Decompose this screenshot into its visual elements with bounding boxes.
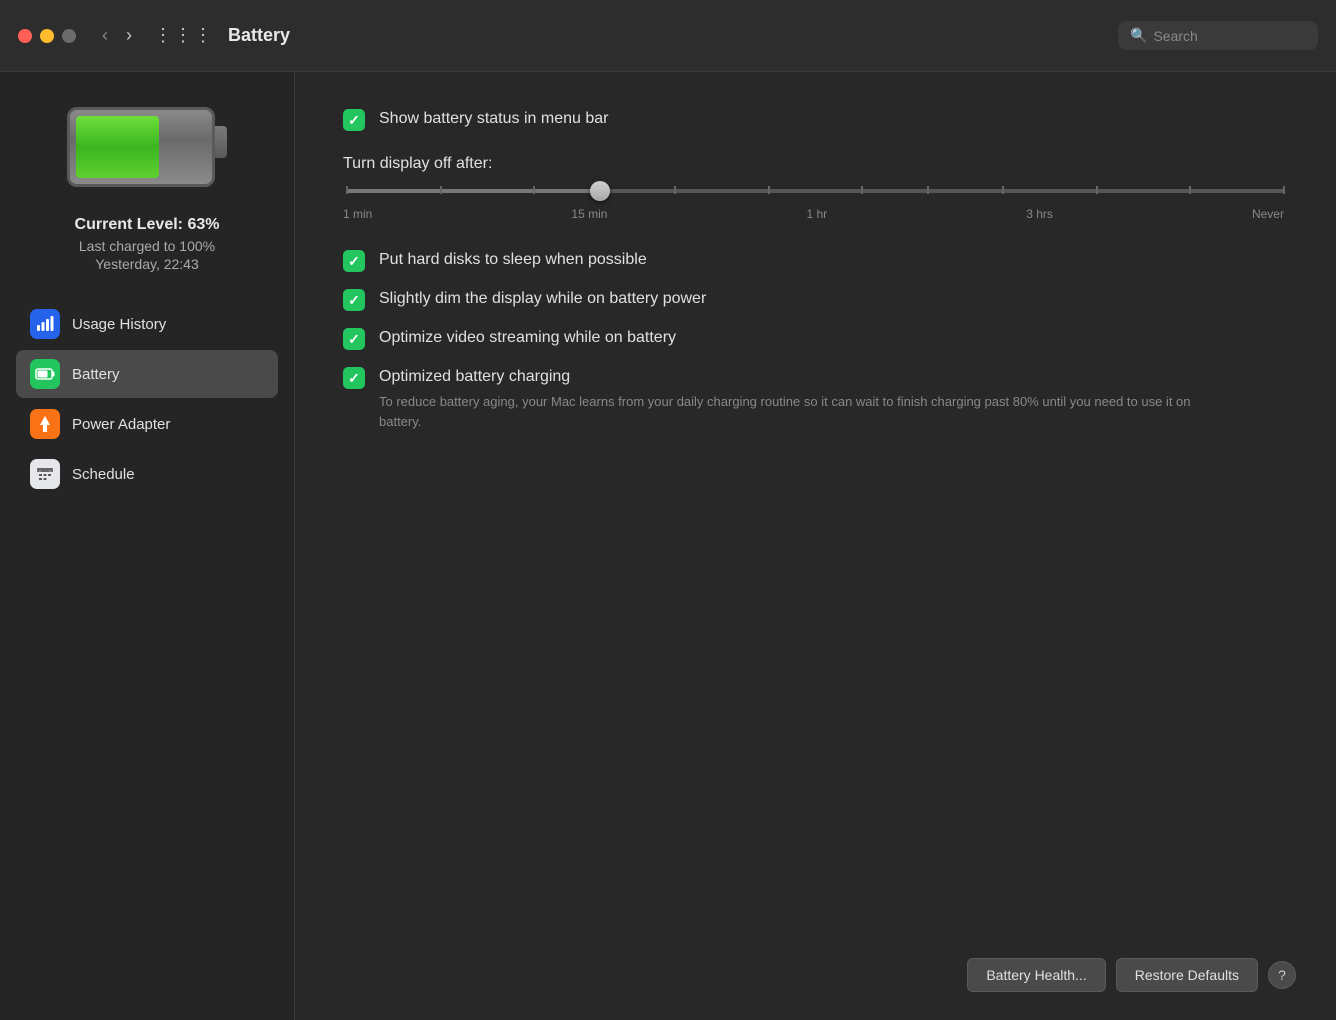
battery-nav-icon <box>30 359 60 389</box>
battery-charged-text: Last charged to 100% <box>75 238 220 254</box>
slider-labels: 1 min 15 min 1 hr 3 hrs Never <box>347 207 1284 221</box>
usage-history-icon <box>30 309 60 339</box>
sidebar-label-battery: Battery <box>72 366 120 383</box>
optimized-charging-sublabel: To reduce battery aging, your Mac learns… <box>379 392 1199 431</box>
sidebar-item-power-adapter[interactable]: Power Adapter <box>16 400 278 448</box>
search-bar: 🔍 <box>1118 21 1318 50</box>
show-battery-label: Show battery status in menu bar <box>379 108 608 130</box>
slider-track <box>347 189 1284 193</box>
dim-display-label: Slightly dim the display while on batter… <box>379 288 706 310</box>
bottom-bar: Battery Health... Restore Defaults ? <box>967 958 1296 992</box>
optimized-charging-row: ✓ Optimized battery charging To reduce b… <box>343 366 1288 431</box>
power-adapter-icon <box>30 409 60 439</box>
sidebar-label-schedule: Schedule <box>72 466 135 483</box>
battery-body <box>67 107 215 187</box>
slider-3hr-label: 3 hrs <box>1026 207 1053 221</box>
battery-health-button[interactable]: Battery Health... <box>967 958 1105 992</box>
slider-section: Turn display off after: <box>343 155 1288 221</box>
slider-track-filled <box>347 189 600 193</box>
optimize-video-label: Optimize video streaming while on batter… <box>379 327 676 349</box>
help-button[interactable]: ? <box>1268 961 1296 989</box>
battery-terminal <box>215 126 227 158</box>
sidebar-label-power-adapter: Power Adapter <box>72 416 170 433</box>
close-button[interactable] <box>18 29 32 43</box>
sidebar-item-usage-history[interactable]: Usage History <box>16 300 278 348</box>
grid-icon[interactable]: ⋮⋮⋮ <box>154 25 214 46</box>
search-icon: 🔍 <box>1130 27 1147 44</box>
sidebar-label-usage-history: Usage History <box>72 316 166 333</box>
back-button[interactable]: ‹ <box>96 23 114 48</box>
show-battery-checkbox[interactable]: ✓ <box>343 109 365 131</box>
battery-image <box>67 102 227 192</box>
restore-defaults-button[interactable]: Restore Defaults <box>1116 958 1258 992</box>
checkmark-icon-5: ✓ <box>348 370 360 387</box>
checkmark-icon-2: ✓ <box>348 253 360 270</box>
hard-disk-label: Put hard disks to sleep when possible <box>379 249 647 271</box>
titlebar-title: Battery <box>228 25 1118 46</box>
checkmark-icon: ✓ <box>348 112 360 129</box>
sidebar-nav: Usage History Battery Po <box>16 300 278 498</box>
schedule-icon <box>30 459 60 489</box>
battery-fill <box>76 116 159 178</box>
optimize-video-checkbox[interactable]: ✓ <box>343 328 365 350</box>
checkmark-icon-4: ✓ <box>348 331 360 348</box>
titlebar: ‹ › ⋮⋮⋮ Battery 🔍 <box>0 0 1336 72</box>
sidebar: Current Level: 63% Last charged to 100% … <box>0 72 295 1020</box>
maximize-button[interactable] <box>62 29 76 43</box>
optimized-charging-checkbox[interactable]: ✓ <box>343 367 365 389</box>
battery-level-text: Current Level: 63% <box>75 216 220 234</box>
battery-time-text: Yesterday, 22:43 <box>75 256 220 272</box>
checkmark-icon-3: ✓ <box>348 292 360 309</box>
window-controls <box>18 29 76 43</box>
slider-container: 1 min 15 min 1 hr 3 hrs Never <box>343 189 1288 221</box>
optimized-charging-content: Optimized battery charging To reduce bat… <box>379 366 1199 431</box>
dim-display-checkbox[interactable]: ✓ <box>343 289 365 311</box>
search-input[interactable] <box>1153 28 1293 44</box>
slider-min-label: 1 min <box>343 207 372 221</box>
nav-arrows: ‹ › <box>96 23 138 48</box>
hard-disk-checkbox[interactable]: ✓ <box>343 250 365 272</box>
minimize-button[interactable] <box>40 29 54 43</box>
main-layout: Current Level: 63% Last charged to 100% … <box>0 72 1336 1020</box>
sidebar-item-schedule[interactable]: Schedule <box>16 450 278 498</box>
dim-display-row: ✓ Slightly dim the display while on batt… <box>343 288 1288 311</box>
show-battery-row: ✓ Show battery status in menu bar <box>343 108 1288 131</box>
optimize-video-row: ✓ Optimize video streaming while on batt… <box>343 327 1288 350</box>
content-area: ✓ Show battery status in menu bar Turn d… <box>295 72 1336 1020</box>
slider-15min-label: 15 min <box>571 207 607 221</box>
optimized-charging-label: Optimized battery charging <box>379 368 570 385</box>
slider-never-label: Never <box>1252 207 1284 221</box>
sidebar-item-battery[interactable]: Battery <box>16 350 278 398</box>
slider-1hr-label: 1 hr <box>806 207 827 221</box>
hard-disk-row: ✓ Put hard disks to sleep when possible <box>343 249 1288 272</box>
forward-button[interactable]: › <box>120 23 138 48</box>
slider-label: Turn display off after: <box>343 155 1288 173</box>
battery-info: Current Level: 63% Last charged to 100% … <box>75 216 220 272</box>
slider-thumb[interactable] <box>590 181 610 201</box>
